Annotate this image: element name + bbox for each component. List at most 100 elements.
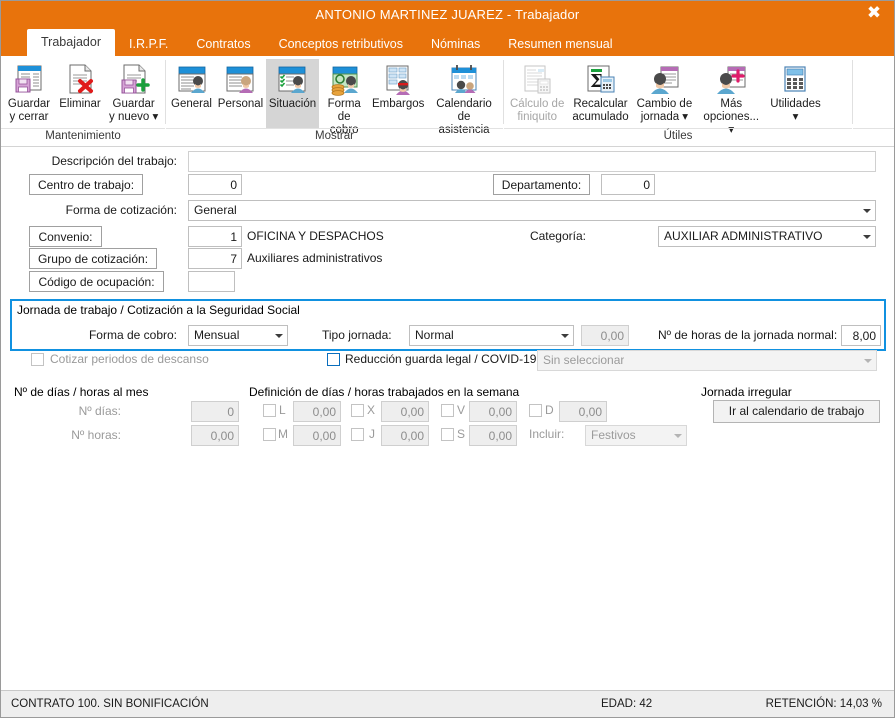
- tab-strip: Trabajador I.R.P.F. Contratos Conceptos …: [1, 29, 894, 56]
- close-icon[interactable]: ✖: [854, 1, 894, 25]
- ribbon-group-mostrar: General Personal Situación Forma de cobr…: [166, 56, 503, 146]
- garnishment-icon: [381, 62, 415, 96]
- jornada-irregular-title: Jornada irregular: [701, 385, 792, 399]
- jornada-trabajo-group-title: Jornada de trabajo / Cotización a la Seg…: [17, 303, 300, 317]
- utilidades-button[interactable]: Utilidades ▾: [766, 59, 825, 126]
- chevron-down-icon: [859, 351, 876, 370]
- day-checkbox-j[interactable]: [351, 428, 364, 441]
- status-edad: EDAD: 42: [601, 698, 653, 710]
- day-checkbox-v[interactable]: [441, 404, 454, 417]
- eliminar-button[interactable]: Eliminar: [55, 59, 105, 113]
- ir-al-calendario-trabajo-button[interactable]: Ir al calendario de trabajo: [713, 400, 880, 423]
- tab-contratos[interactable]: Contratos: [182, 33, 264, 56]
- descripcion-trabajo-input[interactable]: [188, 151, 876, 172]
- situacion-button[interactable]: Situación: [265, 59, 319, 128]
- day-code-s: S: [457, 427, 466, 441]
- forma-de-cobro-button[interactable]: Forma de cobro: [319, 59, 369, 139]
- forma-cobro-value: Mensual: [194, 328, 240, 342]
- calculator-icon: [778, 62, 812, 96]
- ribbon-item-label: Embargos: [371, 98, 425, 110]
- centro-trabajo-button[interactable]: Centro de trabajo:: [29, 174, 143, 195]
- reduccion-guarda-legal-label: Reducción guarda legal / COVID-19: [345, 352, 537, 366]
- tipo-jornada-pct-input: [581, 325, 629, 346]
- recalcular-acumulado-button[interactable]: Σ Recalcular acumulado: [568, 59, 632, 126]
- dias-horas-mes-title: Nº de días / horas al mes: [14, 385, 149, 399]
- descripcion-trabajo-label: Descripción del trabajo:: [51, 154, 177, 168]
- ribbon-group-label: Mantenimiento: [1, 128, 165, 146]
- horas-jornada-normal-input[interactable]: [841, 325, 881, 346]
- cambio-de-jornada-button[interactable]: Cambio de jornada ▾: [633, 59, 697, 126]
- chevron-down-icon: [858, 227, 875, 246]
- day-code-d: D: [545, 403, 554, 417]
- day-checkbox-l[interactable]: [263, 404, 276, 417]
- day-hours-m: [293, 425, 341, 446]
- guardar-y-cerrar-button[interactable]: Guardar y cerrar: [3, 59, 55, 126]
- ribbon-item-label: Eliminar: [59, 98, 101, 110]
- trabajador-window: ANTONIO MARTINEZ JUAREZ - Trabajador ✖ T…: [0, 0, 895, 718]
- day-hours-x: [381, 401, 429, 422]
- tab-trabajador[interactable]: Trabajador: [27, 29, 115, 56]
- day-code-x: X: [367, 403, 376, 417]
- grupo-cotizacion-code-input[interactable]: [188, 248, 242, 269]
- ribbon-item-label: Utilidades ▾: [770, 98, 821, 123]
- personal-button[interactable]: Personal: [215, 59, 266, 113]
- day-checkbox-d[interactable]: [529, 404, 542, 417]
- categoria-value: AUXILIAR ADMINISTRATIVO: [664, 229, 823, 243]
- general-button[interactable]: General: [168, 59, 215, 113]
- day-hours-l: [293, 401, 341, 422]
- day-hours-s: [469, 425, 517, 446]
- grupo-cotizacion-button[interactable]: Grupo de cotización:: [29, 248, 157, 269]
- ribbon-item-label: General: [171, 98, 212, 110]
- payment-coins-icon: [327, 62, 361, 96]
- calculo-de-finiquito-button[interactable]: Cálculo de finiquito: [506, 59, 568, 126]
- ribbon-item-label: Cambio de jornada ▾: [636, 98, 693, 123]
- ribbon-toolbar: Guardar y cerrar Eliminar Guardar y nuev…: [1, 56, 894, 147]
- tab-nominas[interactable]: Nóminas: [417, 33, 494, 56]
- reduccion-guarda-legal-select[interactable]: Sin seleccionar: [537, 350, 877, 371]
- tab-irpf[interactable]: I.R.P.F.: [115, 33, 182, 56]
- window-title: ANTONIO MARTINEZ JUAREZ - Trabajador: [315, 7, 580, 22]
- day-hours-j: [381, 425, 429, 446]
- situacion-card-icon: [275, 62, 309, 96]
- forma-cotizacion-select[interactable]: General: [188, 200, 876, 221]
- save-new-icon: [117, 62, 151, 96]
- categoria-label: Categoría:: [529, 229, 586, 243]
- ribbon-item-label: Situación: [268, 98, 317, 110]
- incluir-label: Incluir:: [529, 427, 565, 441]
- codigo-ocupacion-button[interactable]: Código de ocupación:: [29, 271, 164, 292]
- convenio-button[interactable]: Convenio:: [29, 226, 102, 247]
- day-checkbox-m[interactable]: [263, 428, 276, 441]
- embargos-button[interactable]: Embargos: [369, 59, 427, 113]
- ribbon-item-label: Guardar y cerrar: [7, 98, 51, 123]
- day-checkbox-x[interactable]: [351, 404, 364, 417]
- centro-trabajo-input[interactable]: [188, 174, 242, 195]
- forma-cotizacion-label: Forma de cotización:: [65, 203, 177, 217]
- incluir-select[interactable]: Festivos: [585, 425, 687, 446]
- guardar-y-nuevo-button[interactable]: Guardar y nuevo ▾: [105, 59, 162, 126]
- mas-opciones-button[interactable]: Más opciones... ▾: [696, 59, 766, 139]
- day-hours-d: [559, 401, 607, 422]
- day-checkbox-s[interactable]: [441, 428, 454, 441]
- convenio-code-input[interactable]: [188, 226, 242, 247]
- categoria-select[interactable]: AUXILIAR ADMINISTRATIVO: [658, 226, 876, 247]
- tab-conceptos-retributivos[interactable]: Conceptos retributivos: [265, 33, 417, 56]
- departamento-button[interactable]: Departamento:: [493, 174, 590, 195]
- status-contrato: CONTRATO 100. SIN BONIFICACIÓN: [11, 698, 209, 710]
- incluir-value: Festivos: [591, 428, 636, 442]
- forma-cobro-select[interactable]: Mensual: [188, 325, 288, 346]
- codigo-ocupacion-input[interactable]: [188, 271, 235, 292]
- day-code-j: J: [369, 427, 375, 441]
- ribbon-group-label: Mostrar: [166, 128, 503, 146]
- form-body: Descripción del trabajo: Centro de traba…: [1, 147, 894, 690]
- delete-icon: [63, 62, 97, 96]
- calendario-de-asistencia-button[interactable]: Calendario de asistencia: [427, 59, 501, 139]
- ribbon-item-label: Recalcular acumulado: [572, 98, 629, 123]
- reduccion-guarda-legal-checkbox[interactable]: [327, 353, 340, 366]
- workday-change-icon: [647, 62, 681, 96]
- tab-resumen-mensual[interactable]: Resumen mensual: [494, 33, 626, 56]
- cotizar-periodos-descanso-checkbox[interactable]: [31, 353, 44, 366]
- chevron-down-icon: [270, 326, 287, 345]
- attendance-calendar-icon: [447, 62, 481, 96]
- departamento-input[interactable]: [601, 174, 655, 195]
- tipo-jornada-select[interactable]: Normal: [409, 325, 574, 346]
